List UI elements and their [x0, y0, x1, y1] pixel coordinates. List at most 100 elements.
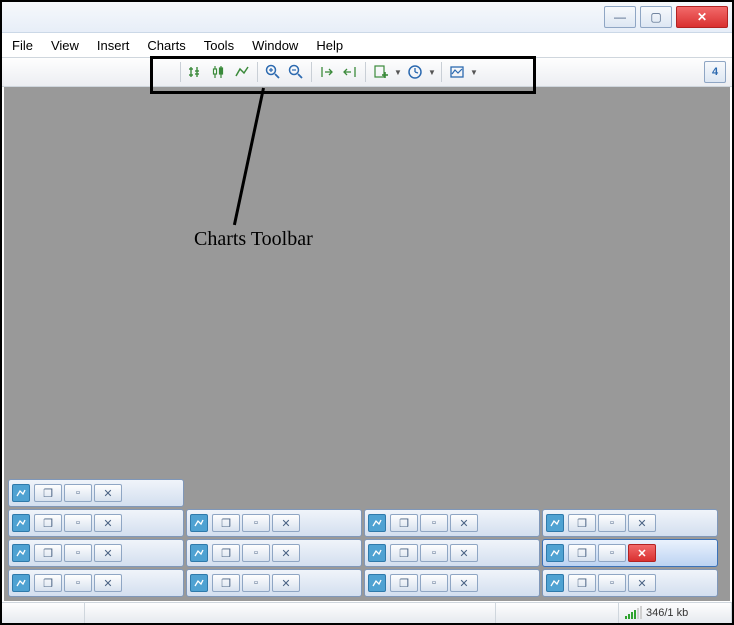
menu-charts[interactable]: Charts [147, 38, 185, 53]
toolbar-separator [441, 62, 442, 82]
tile-close-button[interactable]: ✕ [272, 574, 300, 592]
connection-status: 346/1 kb [619, 603, 732, 623]
chart-tile-active[interactable]: ❐▫✕ [542, 539, 718, 567]
tile-close-button[interactable]: ✕ [628, 514, 656, 532]
tile-restore-button[interactable]: ❐ [212, 544, 240, 562]
chart-tile[interactable]: ❐▫✕ [542, 569, 718, 597]
tile-restore-button[interactable]: ❐ [34, 544, 62, 562]
tile-restore-button[interactable]: ❐ [34, 484, 62, 502]
chart-tile[interactable]: ❐▫✕ [186, 569, 362, 597]
tile-row: ❐ ▫ ✕ [8, 479, 718, 507]
chart-tile[interactable]: ❐▫✕ [8, 569, 184, 597]
toolbar-separator [180, 62, 181, 82]
tile-restore-button[interactable]: ❐ [34, 574, 62, 592]
tile-restore-button[interactable]: ❐ [390, 544, 418, 562]
tile-row: ❐▫✕ ❐▫✕ ❐▫✕ ❐▫✕ [8, 509, 718, 537]
line-chart-icon [234, 64, 250, 80]
chart-tile[interactable]: ❐▫✕ [364, 569, 540, 597]
status-pane [85, 603, 496, 623]
chart-tile[interactable]: ❐▫✕ [186, 539, 362, 567]
menu-window[interactable]: Window [252, 38, 298, 53]
tile-maximize-button[interactable]: ▫ [598, 514, 626, 532]
tile-restore-button[interactable]: ❐ [390, 574, 418, 592]
tile-maximize-button[interactable]: ▫ [242, 574, 270, 592]
tile-maximize-button[interactable]: ▫ [64, 574, 92, 592]
tile-close-button[interactable]: ✕ [628, 544, 656, 562]
indicators-button[interactable] [371, 62, 391, 82]
tile-maximize-button[interactable]: ▫ [598, 574, 626, 592]
chart-tile[interactable]: ❐▫✕ [8, 539, 184, 567]
toolbar-expander-button[interactable]: 4 [704, 61, 726, 83]
chart-tile[interactable]: ❐▫✕ [186, 509, 362, 537]
tile-restore-button[interactable]: ❐ [390, 514, 418, 532]
tile-maximize-button[interactable]: ▫ [420, 574, 448, 592]
tile-close-button[interactable]: ✕ [272, 544, 300, 562]
chart-tile[interactable]: ❐▫✕ [364, 509, 540, 537]
chart-tile-icon [190, 574, 208, 592]
tile-restore-button[interactable]: ❐ [568, 514, 596, 532]
chart-tile[interactable]: ❐ ▫ ✕ [8, 479, 184, 507]
window-close-button[interactable]: ✕ [676, 6, 728, 28]
templates-dropdown[interactable]: ▼ [470, 62, 478, 82]
periodicity-button[interactable] [405, 62, 425, 82]
tile-maximize-button[interactable]: ▫ [598, 544, 626, 562]
menu-help[interactable]: Help [316, 38, 343, 53]
window-minimize-button[interactable]: — [604, 6, 636, 28]
tile-close-button[interactable]: ✕ [94, 544, 122, 562]
tile-close-button[interactable]: ✕ [272, 514, 300, 532]
candlestick-button[interactable] [209, 62, 229, 82]
tile-close-button[interactable]: ✕ [450, 544, 478, 562]
chart-tile-icon [368, 544, 386, 562]
tile-restore-button[interactable]: ❐ [568, 574, 596, 592]
chart-tile[interactable]: ❐▫✕ [542, 509, 718, 537]
bar-chart-button[interactable] [186, 62, 206, 82]
template-icon [449, 64, 465, 80]
chart-tile-icon [12, 574, 30, 592]
zoom-in-button[interactable] [263, 62, 283, 82]
tile-close-button[interactable]: ✕ [450, 574, 478, 592]
auto-scroll-button[interactable] [317, 62, 337, 82]
window-maximize-button[interactable]: ▢ [640, 6, 672, 28]
tile-maximize-button[interactable]: ▫ [64, 484, 92, 502]
templates-button[interactable] [447, 62, 467, 82]
tile-restore-button[interactable]: ❐ [568, 544, 596, 562]
annotation-label: Charts Toolbar [194, 228, 313, 251]
chart-tile[interactable]: ❐▫✕ [364, 539, 540, 567]
tile-restore-button[interactable]: ❐ [34, 514, 62, 532]
tile-maximize-button[interactable]: ▫ [64, 514, 92, 532]
connection-label: 346/1 kb [646, 607, 688, 619]
menu-insert[interactable]: Insert [97, 38, 130, 53]
tile-maximize-button[interactable]: ▫ [64, 544, 92, 562]
tile-maximize-button[interactable]: ▫ [242, 514, 270, 532]
indicators-dropdown[interactable]: ▼ [394, 62, 402, 82]
tile-restore-button[interactable]: ❐ [212, 574, 240, 592]
chart-tile[interactable]: ❐▫✕ [8, 509, 184, 537]
zoom-out-button[interactable] [286, 62, 306, 82]
tile-restore-button[interactable]: ❐ [212, 514, 240, 532]
tile-close-button[interactable]: ✕ [94, 484, 122, 502]
chart-tile-icon [546, 574, 564, 592]
tile-close-button[interactable]: ✕ [450, 514, 478, 532]
line-chart-button[interactable] [232, 62, 252, 82]
chart-tile-icon [12, 544, 30, 562]
tile-close-button[interactable]: ✕ [628, 574, 656, 592]
periodicity-dropdown[interactable]: ▼ [428, 62, 436, 82]
chart-tile-icon [546, 514, 564, 532]
chart-tile-icon [190, 544, 208, 562]
chart-tile-icon [12, 514, 30, 532]
auto-scroll-icon [319, 64, 335, 80]
tile-maximize-button[interactable]: ▫ [420, 514, 448, 532]
clock-icon [407, 64, 423, 80]
candlestick-icon [211, 64, 227, 80]
tile-maximize-button[interactable]: ▫ [242, 544, 270, 562]
tile-close-button[interactable]: ✕ [94, 574, 122, 592]
chart-shift-button[interactable] [340, 62, 360, 82]
tile-close-button[interactable]: ✕ [94, 514, 122, 532]
menu-tools[interactable]: Tools [204, 38, 234, 53]
menu-file[interactable]: File [12, 38, 33, 53]
tile-maximize-button[interactable]: ▫ [420, 544, 448, 562]
menu-view[interactable]: View [51, 38, 79, 53]
close-icon: ✕ [697, 10, 707, 24]
status-pane [496, 603, 619, 623]
indicators-icon [373, 64, 389, 80]
